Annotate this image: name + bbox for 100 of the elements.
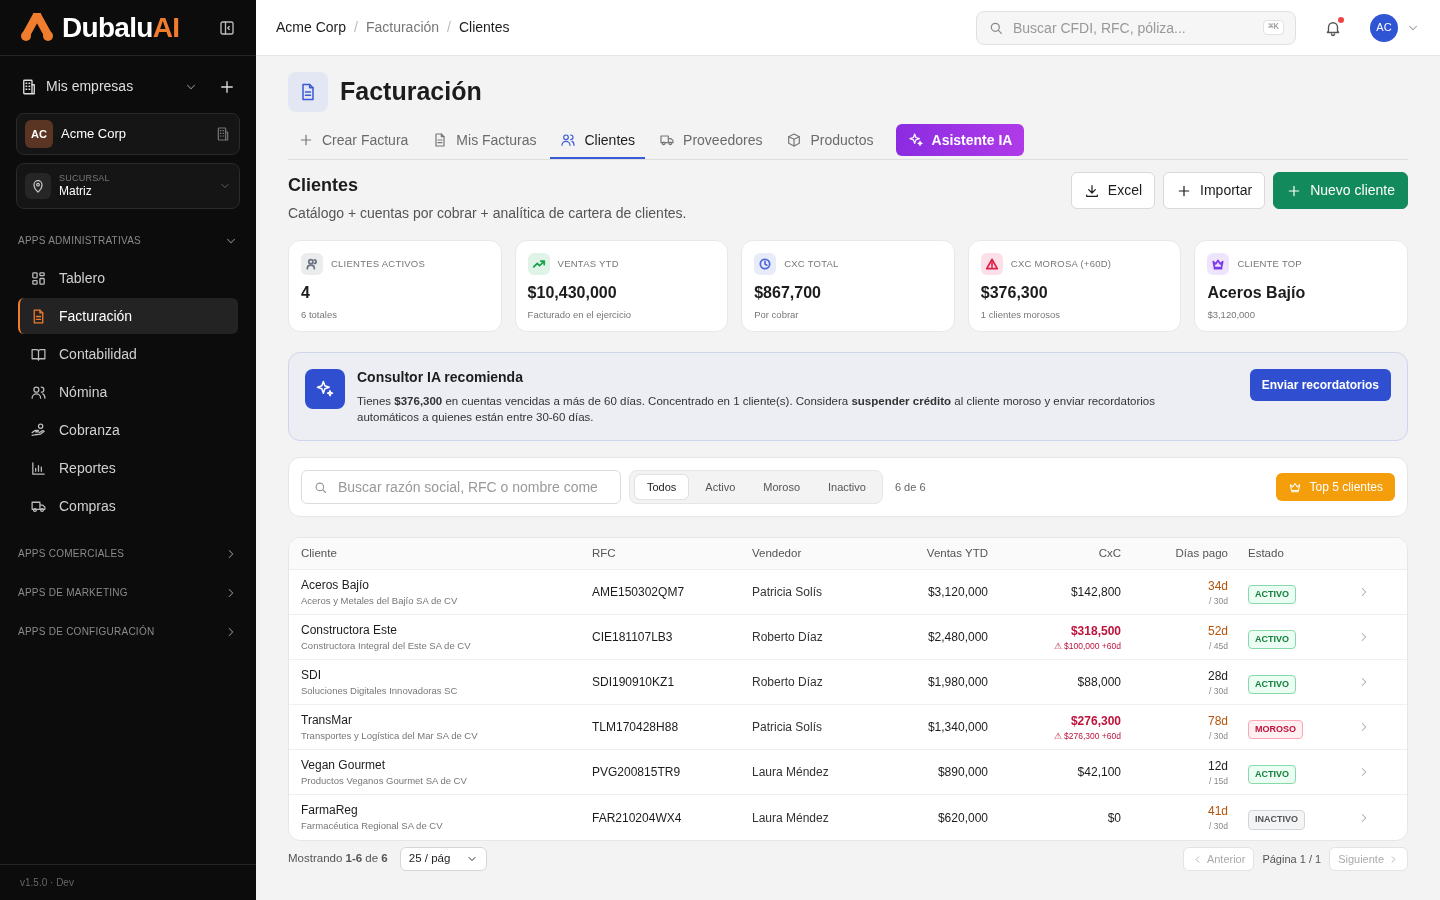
action-button[interactable]: Excel [1070,172,1156,209]
notifications-button[interactable] [1324,18,1342,37]
status-badge: MOROSO [1248,719,1303,740]
nav-item[interactable]: Reportes [18,450,238,486]
client-legal-name: Constructora Integral del Este SA de CV [301,638,472,653]
nav-item[interactable]: Facturación [18,298,238,334]
column-header: RFC [592,545,617,561]
status-badge: ACTIVO [1248,674,1296,695]
section-header[interactable]: APPS DE MARKETING [18,573,238,612]
tab[interactable]: Productos [776,123,884,159]
filter-segment[interactable]: Todos [634,474,690,500]
kpi-label: CLIENTES ACTIVOS [331,256,426,271]
sparkle-icon [315,379,335,399]
page-size-select[interactable]: 25 / pág [399,847,488,871]
nav-item[interactable]: Tablero [18,260,238,296]
status-badge: ACTIVO [1248,764,1296,785]
table-cell-text: PVG200815TR9 [592,764,682,781]
bar-chart-icon [30,459,47,477]
filter-segment[interactable]: Activo [693,474,748,500]
client-name: FarmaReg [301,802,359,820]
hand-coins-icon [30,421,47,439]
tab[interactable]: Crear Factura [288,123,419,159]
payment-days: 28d [1207,666,1228,685]
truck-icon [659,132,676,148]
client-legal-name: Productos Veganos Gourmet SA de CV [301,773,468,788]
users-icon [560,132,577,148]
client-name: Aceros Bajío [301,576,371,594]
action-button[interactable]: Importar [1163,172,1266,209]
section-title: Clientes [288,174,360,197]
search-icon [313,480,328,495]
box-icon [786,132,803,148]
page-title: Facturación [340,76,482,108]
table-cell-text: Roberto Díaz [752,674,824,691]
company-selector[interactable]: AC Acme Corp [16,113,240,155]
column-header: Estado [1247,545,1285,561]
building-icon [20,77,38,96]
table-cell-text: Patricia Solís [752,719,824,736]
table-cell-text: FAR210204WX4 [592,809,683,827]
sidebar-toggle-icon [218,18,236,37]
kpi-value: $867,700 [754,283,822,303]
payment-terms: / 30d [1209,729,1228,743]
kpi-value: Aceros Bajío [1207,283,1307,303]
section-subtitle: Catálogo + cuentas por cobrar + analítica de cartera de clientes. [288,204,687,223]
nav-item[interactable]: Contabilidad [18,336,238,372]
client-row[interactable]: SDI Soluciones Digitales Innovadoras SC SDI190910KZ1 Roberto Díaz $1,980,000 $88,000 28d / 30d ACTIVO [289,660,1407,705]
building-icon [215,126,231,142]
grid-icon [30,269,47,287]
branch-name: Matriz [59,184,93,200]
kpi-note: $3,120,000 [1207,308,1256,322]
page-indicator: Página 1 / 1 [1262,851,1322,867]
receivable-amount: $142,800 [1070,584,1121,601]
client-row[interactable]: TransMar Transportes y Logística del Mar SA de CV TLM170428H88 Patricia Solís $1,340,000 $276,300 ⚠ $276,300 +60d 78d / 30d MOROSO [289,705,1407,750]
section-header[interactable]: APPS ADMINISTRATIVAS [18,221,238,260]
client-row[interactable]: Vegan Gourmet Productos Veganos Gourmet SA de CV PVG200815TR9 Laura Méndez $890,000 $42,100 12d / 15d ACTIVO [289,750,1407,795]
logo-icon [20,12,54,43]
advisor-message: Tienes $376,300 en cuentas vencidas a más de 60 días. Concentrado en 1 cliente(s). Considera suspender crédito al cliente moroso y enviar recordatorios automáticos a quienes están entre 30-60 días. [357,394,1156,425]
client-search-field[interactable]: Buscar razón social, RFC o nombre come [301,470,621,504]
nav-item[interactable]: Nómina [18,374,238,410]
client-name: SDI [301,666,322,684]
tab[interactable]: Mis Facturas [422,123,547,159]
tab[interactable]: Clientes [550,123,646,159]
status-badge: ACTIVO [1248,629,1296,650]
table-cell-text: SDI190910KZ1 [592,674,676,691]
breadcrumb-separator: / [354,18,358,37]
filter-segment[interactable]: Inactivo [816,474,878,500]
kpi-note: Por cobrar [754,308,800,322]
result-count: 6 de 6 [894,479,926,495]
client-row[interactable]: FarmaReg Farmacéutica Regional SA de CV FAR210204WX4 Laura Méndez $620,000 $0 41d / 30d INACTIVO [289,795,1407,840]
client-name: Vegan Gourmet [301,756,387,774]
column-header: Días pago [1174,545,1228,561]
receivable-amount: $88,000 [1077,674,1121,691]
breadcrumb-item[interactable]: Acme Corp [276,17,347,38]
breadcrumb-item[interactable]: Facturación [365,17,440,38]
kpi-label: CXC MOROSA (+60D) [1010,256,1112,271]
client-row[interactable]: Aceros Bajío Aceros y Metales del Bajío SA de CV AME150302QM7 Patricia Solís $3,120,000 $142,800 34d / 30d ACTIVO [289,570,1407,615]
kpi-note: Facturado en el ejercicio [527,308,633,322]
send-reminders-button[interactable]: Enviar recordatorios [1249,369,1391,401]
branch-selector[interactable]: SUCURSAL Matriz [16,163,240,209]
kpi-value: $376,300 [980,283,1049,303]
companies-toggle[interactable]: Mis empresas [20,76,134,97]
status-badge: INACTIVO [1248,810,1305,830]
action-button[interactable]: Nuevo cliente [1273,172,1408,209]
tab[interactable]: Proveedores [649,123,773,159]
payment-terms: / 30d [1209,594,1228,608]
status-badge: ACTIVO [1248,584,1296,605]
section-header[interactable]: APPS DE CONFIGURACIÓN [18,612,238,651]
kpi-label: CLIENTE TOP [1237,256,1302,271]
payment-terms: / 30d [1209,820,1228,833]
table-cell-text: Patricia Solís [752,584,824,601]
client-row[interactable]: Constructora Este Constructora Integral del Este SA de CV CIE181107LB3 Roberto Díaz $2,480,000 $318,500 ⚠ $100,000 +60d 52d / 45d ACTIVO [289,615,1407,660]
overdue-note: ⚠ $276,300 +60d [1053,729,1121,743]
nav-item[interactable]: Cobranza [18,412,238,448]
advisor-title: Consultor IA recomienda [357,368,524,387]
nav-item[interactable]: Compras [18,488,238,524]
company-avatar: AC [25,120,53,148]
payment-terms: / 45d [1209,639,1228,653]
tab[interactable]: Asistente IA [895,124,1025,156]
collapse-sidebar-button[interactable] [218,18,236,37]
section-header[interactable]: APPS COMERCIALES [18,534,238,573]
filter-segment[interactable]: Moroso [751,474,812,500]
